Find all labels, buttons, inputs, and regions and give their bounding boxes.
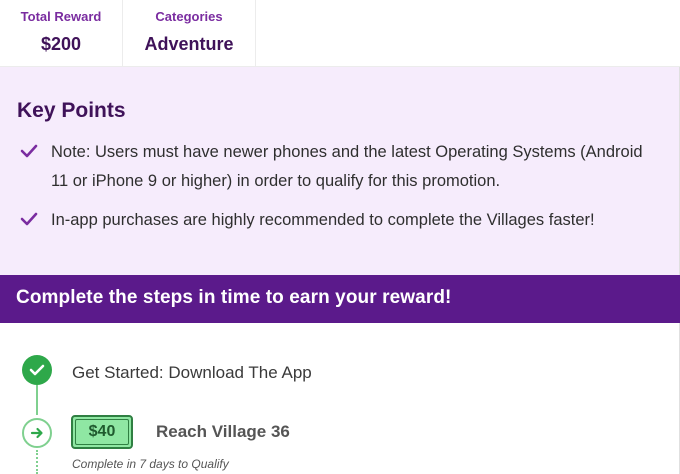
key-points-title: Key Points — [17, 99, 126, 122]
check-circle-icon — [22, 355, 52, 385]
key-point-item: Note: Users must have newer phones and t… — [17, 138, 661, 196]
key-points-panel: Key Points Note: Users must have newer p… — [0, 67, 680, 275]
banner-text: Complete the steps in time to earn your … — [16, 287, 452, 308]
key-point-text: In-app purchases are highly recommended … — [51, 211, 595, 229]
check-icon — [17, 210, 41, 234]
stats-bar: Total Reward $200 Categories Adventure — [0, 0, 680, 67]
check-icon — [17, 142, 41, 166]
step-connector-dotted — [36, 450, 38, 474]
steps-list: Get Started: Download The App $40 Reach … — [0, 323, 680, 474]
total-reward-label: Total Reward — [20, 9, 102, 24]
key-point-item: In-app purchases are highly recommended … — [17, 206, 661, 235]
arrow-right-circle-icon — [22, 418, 52, 448]
total-reward-value: $200 — [40, 34, 82, 54]
steps-banner: Complete the steps in time to earn your … — [0, 275, 680, 323]
step-label: Get Started: Download The App — [72, 363, 312, 382]
step-sublabel: Complete in 7 days to Qualify — [72, 457, 229, 471]
categories-label: Categories — [155, 9, 223, 24]
categories-stat: Categories Adventure — [123, 0, 256, 67]
categories-value: Adventure — [144, 34, 234, 54]
key-point-text: Note: Users must have newer phones and t… — [51, 143, 643, 190]
total-reward-stat: Total Reward $200 — [0, 0, 123, 67]
step-connector — [36, 385, 38, 415]
step-label: Reach Village 36 — [156, 422, 290, 441]
reward-badge-value: $40 — [75, 419, 129, 445]
reward-badge: $40 — [71, 415, 133, 449]
